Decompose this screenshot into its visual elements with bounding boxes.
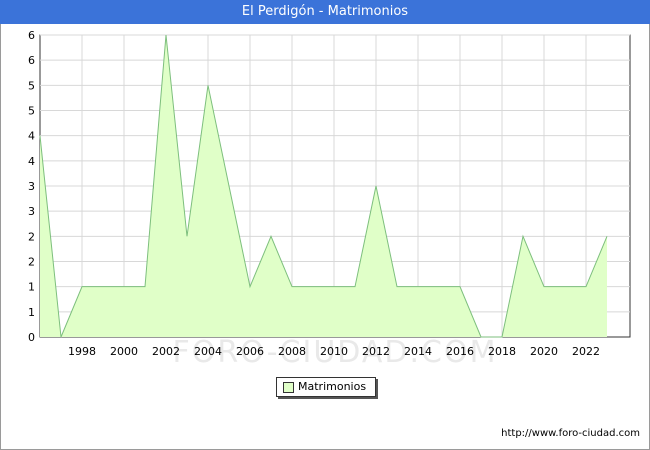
x-tick-label: 2008 bbox=[278, 345, 306, 358]
legend-swatch bbox=[283, 382, 294, 393]
y-tick-label: 3 bbox=[28, 180, 35, 193]
y-tick-label: 6 bbox=[28, 54, 35, 67]
x-tick-label: 2006 bbox=[236, 345, 264, 358]
y-tick-label: 1 bbox=[28, 281, 35, 294]
legend: Matrimonios bbox=[276, 377, 376, 397]
legend-label: Matrimonios bbox=[298, 380, 367, 393]
x-tick-label: 2002 bbox=[152, 345, 180, 358]
y-tick-label: 4 bbox=[28, 130, 35, 143]
x-tick-label: 2012 bbox=[362, 345, 390, 358]
y-tick-label: 5 bbox=[28, 79, 35, 92]
x-tick-label: 1998 bbox=[68, 345, 96, 358]
x-tick-label: 2014 bbox=[404, 345, 432, 358]
x-tick-label: 2016 bbox=[446, 345, 474, 358]
x-tick-label: 2018 bbox=[488, 345, 516, 358]
y-tick-label: 0 bbox=[28, 331, 35, 344]
x-tick-label: 2000 bbox=[110, 345, 138, 358]
x-tick-label: 2004 bbox=[194, 345, 222, 358]
y-tick-label: 6 bbox=[28, 29, 35, 42]
source-url: http://www.foro-ciudad.com bbox=[501, 428, 640, 439]
y-tick-label: 2 bbox=[28, 256, 35, 269]
y-tick-label: 3 bbox=[28, 205, 35, 218]
y-tick-label: 1 bbox=[28, 306, 35, 319]
x-tick-label: 2020 bbox=[530, 345, 558, 358]
y-tick-label: 4 bbox=[28, 155, 35, 168]
y-tick-label: 5 bbox=[28, 105, 35, 118]
y-tick-label: 2 bbox=[28, 230, 35, 243]
x-tick-label: 2010 bbox=[320, 345, 348, 358]
x-tick-label: 2022 bbox=[572, 345, 600, 358]
